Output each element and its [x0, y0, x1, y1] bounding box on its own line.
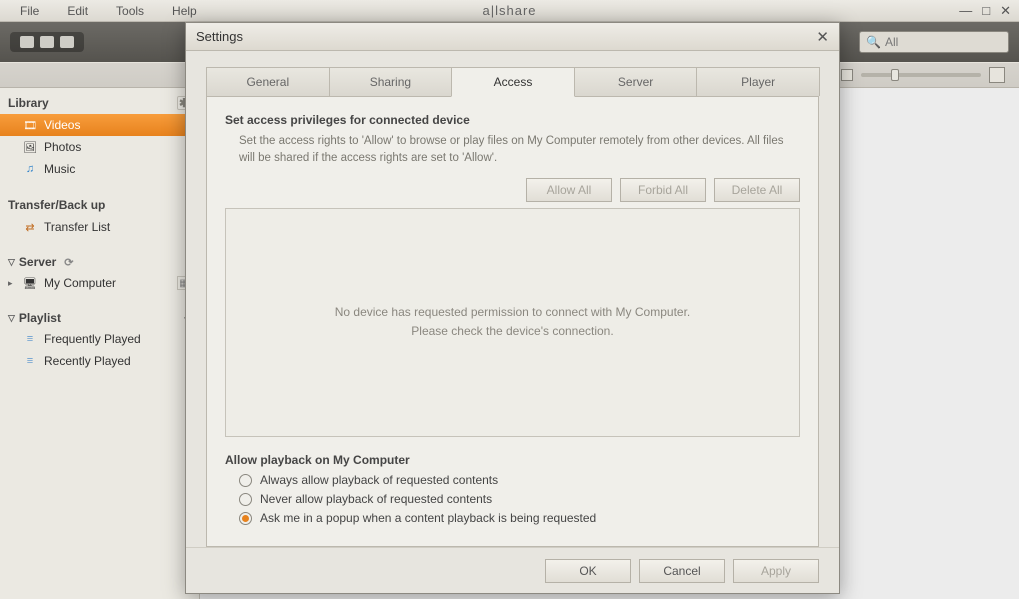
- tab-general[interactable]: General: [206, 67, 330, 96]
- expand-icon[interactable]: ▸: [8, 278, 13, 289]
- sidebar-item-label: Videos: [44, 118, 80, 132]
- radio-icon: [239, 512, 252, 525]
- view-icon-2: [40, 36, 54, 48]
- sidebar-item-label: Music: [44, 162, 75, 176]
- server-header[interactable]: ▽ Server ⟳: [0, 252, 199, 272]
- access-section-title: Set access privileges for connected devi…: [225, 113, 800, 127]
- radio-always-allow[interactable]: Always allow playback of requested conte…: [239, 473, 800, 487]
- playlist-icon: [22, 332, 38, 346]
- settings-tabs: General Sharing Access Server Player: [206, 67, 819, 97]
- sidebar: Library ✱ Videos Photos Music Transfer/B…: [0, 88, 200, 599]
- radio-never-allow[interactable]: Never allow playback of requested conten…: [239, 492, 800, 506]
- sidebar-item-frequently-played[interactable]: Frequently Played: [0, 328, 199, 350]
- thumb-large-icon[interactable]: [989, 67, 1005, 83]
- library-header: Library ✱: [0, 92, 199, 114]
- minimize-icon[interactable]: —: [959, 3, 972, 19]
- dialog-button-row: OK Cancel Apply: [186, 547, 839, 593]
- playlist-header[interactable]: ▽ Playlist +: [0, 308, 199, 328]
- device-list-empty: No device has requested permission to co…: [225, 208, 800, 438]
- allow-all-button[interactable]: Allow All: [526, 178, 612, 202]
- thumbnail-slider[interactable]: [861, 73, 981, 77]
- radio-label: Ask me in a popup when a content playbac…: [260, 511, 596, 525]
- sidebar-item-videos[interactable]: Videos: [0, 114, 199, 136]
- sidebar-item-recently-played[interactable]: Recently Played: [0, 350, 199, 372]
- sidebar-item-label: Recently Played: [44, 354, 131, 368]
- video-icon: [22, 118, 38, 132]
- sidebar-item-label: My Computer: [44, 276, 116, 290]
- apply-button[interactable]: Apply: [733, 559, 819, 583]
- sidebar-item-photos[interactable]: Photos: [0, 136, 199, 158]
- radio-icon: [239, 493, 252, 506]
- tab-server[interactable]: Server: [574, 67, 698, 96]
- menu-tools[interactable]: Tools: [102, 2, 158, 20]
- view-icon-3: [60, 36, 74, 48]
- search-placeholder: All: [885, 35, 898, 49]
- transfer-header: Transfer/Back up: [0, 194, 199, 216]
- empty-text-2: Please check the device's connection.: [411, 322, 613, 341]
- sidebar-item-music[interactable]: Music: [0, 158, 199, 180]
- photo-icon: [22, 140, 38, 154]
- tab-body-access: Set access privileges for connected devi…: [206, 97, 819, 547]
- radio-ask-popup[interactable]: Ask me in a popup when a content playbac…: [239, 511, 800, 525]
- dialog-close-icon[interactable]: ✕: [816, 28, 829, 46]
- playback-section-title: Allow playback on My Computer: [225, 453, 800, 467]
- sidebar-item-label: Frequently Played: [44, 332, 141, 346]
- sidebar-item-label: Photos: [44, 140, 81, 154]
- tab-access[interactable]: Access: [451, 67, 575, 97]
- forbid-all-button[interactable]: Forbid All: [620, 178, 706, 202]
- close-icon[interactable]: ✕: [1000, 3, 1011, 19]
- view-icon-1: [20, 36, 34, 48]
- transfer-icon: [22, 220, 38, 234]
- music-icon: [22, 162, 38, 176]
- ok-button[interactable]: OK: [545, 559, 631, 583]
- chevron-down-icon: ▽: [8, 313, 15, 324]
- menu-file[interactable]: File: [6, 2, 53, 20]
- access-section-desc: Set the access rights to 'Allow' to brow…: [239, 133, 800, 168]
- cancel-button[interactable]: Cancel: [639, 559, 725, 583]
- delete-all-button[interactable]: Delete All: [714, 178, 800, 202]
- empty-text-1: No device has requested permission to co…: [335, 303, 691, 322]
- chevron-down-icon: ▽: [8, 257, 15, 268]
- sidebar-item-transfer-list[interactable]: Transfer List: [0, 216, 199, 238]
- app-title: a|lshare: [482, 3, 536, 18]
- radio-label: Always allow playback of requested conte…: [260, 473, 498, 487]
- menu-edit[interactable]: Edit: [53, 2, 102, 20]
- tab-player[interactable]: Player: [696, 67, 820, 96]
- tab-sharing[interactable]: Sharing: [329, 67, 453, 96]
- dialog-titlebar[interactable]: Settings ✕: [186, 23, 839, 51]
- settings-dialog: Settings ✕ General Sharing Access Server…: [185, 22, 840, 594]
- thumb-small-icon[interactable]: [841, 69, 853, 81]
- sidebar-item-my-computer[interactable]: ▸ My Computer ▦: [0, 272, 199, 294]
- radio-icon: [239, 474, 252, 487]
- dialog-title-text: Settings: [196, 29, 243, 44]
- sidebar-item-label: Transfer List: [44, 220, 110, 234]
- search-icon: 🔍: [866, 35, 881, 49]
- search-input[interactable]: 🔍 All: [859, 31, 1009, 53]
- radio-label: Never allow playback of requested conten…: [260, 492, 492, 506]
- maximize-icon[interactable]: □: [982, 3, 990, 19]
- playlist-icon: [22, 354, 38, 368]
- refresh-icon[interactable]: ⟳: [64, 256, 73, 269]
- menu-bar: File Edit Tools Help a|lshare — □ ✕: [0, 0, 1019, 22]
- menu-help[interactable]: Help: [158, 2, 211, 20]
- slider-knob[interactable]: [891, 69, 899, 81]
- computer-icon: [22, 276, 38, 290]
- view-mode-group[interactable]: [10, 32, 84, 52]
